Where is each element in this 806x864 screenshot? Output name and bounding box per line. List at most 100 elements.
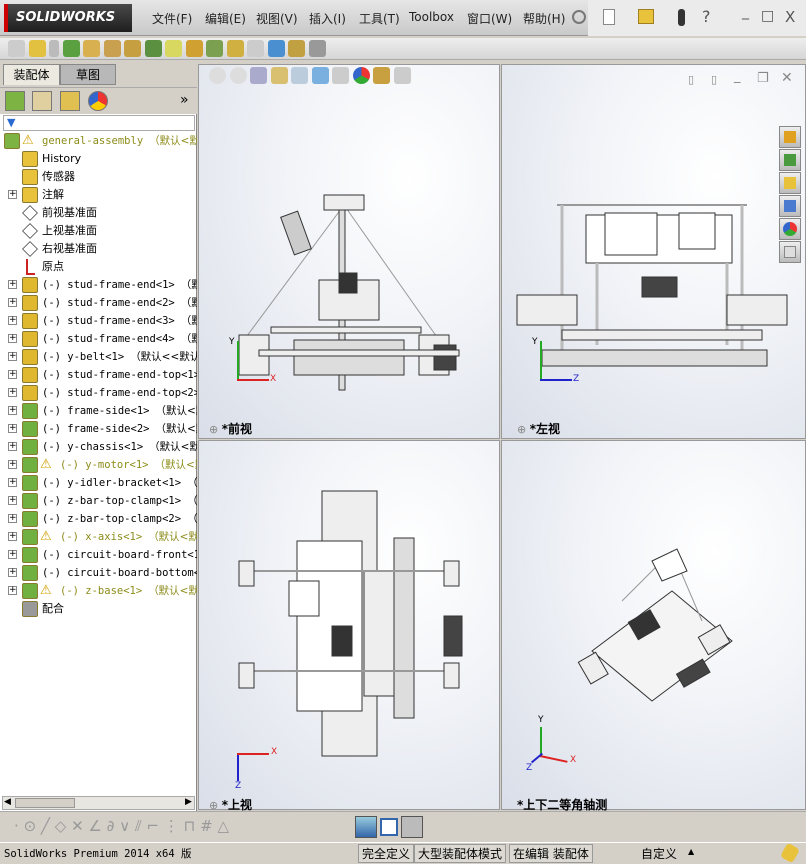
mate-icon[interactable] [49, 40, 59, 57]
expand-icon[interactable]: + [8, 190, 17, 199]
tree-item[interactable]: + ⚠ (-) z-base<1> （默认<默 [0, 582, 197, 600]
close-button[interactable]: X [785, 8, 795, 26]
filter-field[interactable]: ▼ [3, 115, 195, 131]
new-part-icon[interactable] [28, 40, 46, 57]
tree-item[interactable]: 传感器 [0, 168, 197, 186]
expand-panel-button[interactable]: » [180, 92, 189, 108]
taskpane-design-library-icon[interactable] [779, 149, 801, 171]
offset-icon[interactable]: ⫽ [135, 817, 142, 835]
tile-right-icon[interactable]: ▯ [711, 73, 717, 86]
taskpane-appearances-icon[interactable] [779, 218, 801, 240]
tile-left-icon[interactable]: ▯ [688, 73, 694, 86]
expand-icon[interactable]: + [8, 496, 17, 505]
taskpane-view-palette-icon[interactable] [779, 195, 801, 217]
tree-item[interactable]: 前视基准面 [0, 204, 197, 222]
clearance-verification-icon[interactable] [288, 40, 305, 57]
menu-file[interactable]: 文件(F) [152, 10, 192, 27]
tree-item[interactable]: + (-) z-bar-top-clamp<2> （默 [0, 510, 197, 528]
menu-toolbox[interactable]: Toolbox [409, 10, 454, 24]
line-icon[interactable]: ╱ [41, 817, 50, 835]
viewport-minimize-button[interactable]: _ [734, 69, 741, 84]
expand-icon[interactable]: + [8, 478, 17, 487]
tab-assembly[interactable]: 装配体 [3, 64, 60, 85]
zoom-to-area-icon[interactable] [229, 67, 247, 84]
tree-item[interactable]: + ⚠ (-) y-motor<1> （默认<默 [0, 456, 197, 474]
tree-item[interactable]: + (-) stud-frame-end<1> （默认 [0, 276, 197, 294]
expand-icon[interactable]: + [8, 388, 17, 397]
centerline-icon[interactable]: ⋮ [164, 817, 179, 835]
menu-insert[interactable]: 插入(I) [309, 10, 346, 27]
tree-item[interactable]: + (-) z-bar-top-clamp<1> （默 [0, 492, 197, 510]
show-hidden-icon[interactable] [124, 40, 141, 57]
viewport-top[interactable]: ⊕ *上视 X Z [198, 440, 500, 812]
menu-window[interactable]: 窗口(W) [467, 10, 512, 27]
assembly-features-icon[interactable] [144, 40, 162, 57]
configurationmanager-icon[interactable] [60, 91, 80, 111]
linear-pattern-icon[interactable] [62, 40, 80, 57]
tree-item[interactable]: + (-) stud-frame-end-top<2> [0, 384, 197, 402]
four-view-icon[interactable] [401, 816, 423, 838]
restore-button[interactable]: □ [761, 8, 774, 24]
expand-icon[interactable]: + [8, 514, 17, 523]
tree-item[interactable]: + (-) frame-side<2> （默认<默 [0, 420, 197, 438]
taskpane-file-explorer-icon[interactable] [779, 172, 801, 194]
tree-item[interactable]: 右视基准面 [0, 240, 197, 258]
expand-icon[interactable]: + [8, 406, 17, 415]
expand-icon[interactable]: + [8, 460, 17, 469]
new-motion-study-icon[interactable] [185, 40, 203, 57]
angle-icon[interactable]: ∠ [88, 817, 101, 835]
expand-icon[interactable]: + [8, 586, 17, 595]
tree-item[interactable]: + (-) circuit-board-bottom< [0, 564, 197, 582]
grid-icon[interactable]: # [200, 817, 213, 835]
expand-icon[interactable]: + [8, 316, 17, 325]
point-icon[interactable]: · [14, 817, 19, 835]
viewport-close-button[interactable]: ✕ [781, 70, 793, 86]
arc-icon[interactable]: ∂ [107, 817, 115, 835]
interference-detection-icon[interactable] [267, 40, 285, 57]
tree-item[interactable]: History [0, 150, 197, 168]
exploded-view-icon[interactable] [226, 40, 244, 57]
open-icon[interactable] [638, 9, 654, 24]
menu-view[interactable]: 视图(V) [256, 10, 298, 27]
units-dropdown-arrow[interactable]: ▲ [688, 847, 694, 856]
viewport-front[interactable]: ⊕ *前视 Y X [198, 64, 500, 439]
tree-item[interactable]: + (-) y-chassis<1> （默认<默 [0, 438, 197, 456]
taskpane-home-icon[interactable] [779, 126, 801, 148]
expand-icon[interactable]: + [8, 532, 17, 541]
tree-item[interactable]: + ⚠ (-) x-axis<1> （默认<默 [0, 528, 197, 546]
tree-item[interactable]: + 注解 [0, 186, 197, 204]
expand-icon[interactable]: + [8, 280, 17, 289]
view-orientation-icon[interactable] [291, 67, 308, 84]
polygon-icon[interactable]: ◇ [55, 817, 67, 835]
dimension-icon[interactable]: ⊓ [184, 817, 196, 835]
tab-sketch[interactable]: 草图 [60, 64, 116, 85]
viewport-isometric[interactable]: *上下二等角轴测 Y X Z [501, 440, 806, 812]
trim-icon[interactable]: ✕ [71, 817, 84, 835]
relation-icon[interactable]: △ [217, 817, 229, 835]
help-icon[interactable]: ? [702, 7, 711, 26]
expand-icon[interactable]: + [8, 298, 17, 307]
minimize-button[interactable]: _ [742, 4, 749, 20]
tree-item[interactable]: ⚠ general-assembly （默认<默 [0, 132, 197, 150]
expand-icon[interactable]: + [8, 568, 17, 577]
explode-line-sketch-icon[interactable] [247, 40, 264, 57]
tag-icon[interactable] [779, 842, 801, 864]
display-style-icon[interactable] [311, 67, 329, 84]
tree-item[interactable]: + (-) y-idler-bracket<1> （默 [0, 474, 197, 492]
tree-item[interactable]: + (-) circuit-board-front<1> [0, 546, 197, 564]
single-view-icon[interactable] [380, 818, 398, 836]
expand-icon[interactable]: + [8, 550, 17, 559]
rebuild-traffic-light-icon[interactable] [678, 9, 685, 26]
circle-icon[interactable]: ⊙ [24, 817, 37, 835]
instant3d-icon[interactable] [308, 40, 326, 57]
corner-icon[interactable]: ⌐ [146, 817, 159, 835]
tree-item[interactable]: + (-) y-belt<1> （默认<<默认> [0, 348, 197, 366]
tree-item[interactable]: + (-) stud-frame-end-top<1> [0, 366, 197, 384]
menu-tools[interactable]: 工具(T) [359, 10, 400, 27]
tree-item[interactable]: + (-) frame-side<1> （默认<默 [0, 402, 197, 420]
tree-item[interactable]: + (-) stud-frame-end<3> （默认 [0, 312, 197, 330]
smart-fasteners-icon[interactable] [83, 40, 100, 57]
menu-edit[interactable]: 编辑(E) [205, 10, 246, 27]
viewport-left[interactable]: ▯ ▯ _ ❐ ✕ ⊕ *左视 Y Z [501, 64, 806, 439]
move-component-icon[interactable] [103, 40, 121, 57]
